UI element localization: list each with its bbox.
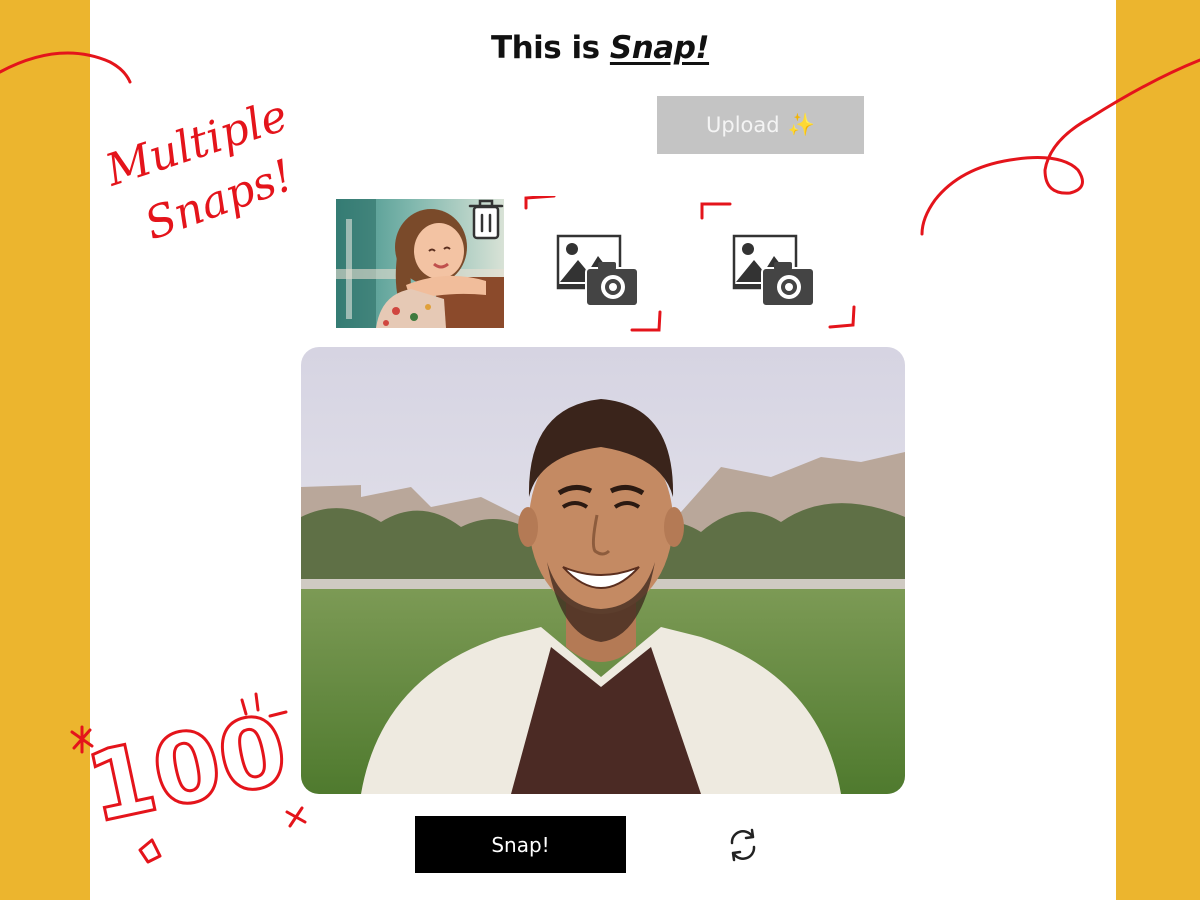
snap-slot-3[interactable] xyxy=(696,196,856,329)
switch-camera-button[interactable] xyxy=(724,826,762,864)
switch-camera-icon xyxy=(730,828,756,862)
page-title: This is Snap! xyxy=(0,30,1200,66)
title-prefix: This is xyxy=(490,30,610,66)
upload-button[interactable]: Upload ✨ xyxy=(657,96,864,154)
camera-feed-image xyxy=(301,347,905,794)
sparkle-icon: ✨ xyxy=(787,112,815,138)
upload-label: Upload xyxy=(706,113,780,137)
trash-icon xyxy=(468,199,504,240)
camera-preview[interactable] xyxy=(301,347,905,794)
snap-button[interactable]: Snap! xyxy=(415,816,626,873)
snap-slot-2[interactable] xyxy=(520,194,670,332)
title-brand: Snap! xyxy=(609,30,710,66)
add-photo-icon xyxy=(700,202,856,329)
delete-snap-button[interactable] xyxy=(466,197,504,241)
add-photo-icon xyxy=(524,194,662,332)
